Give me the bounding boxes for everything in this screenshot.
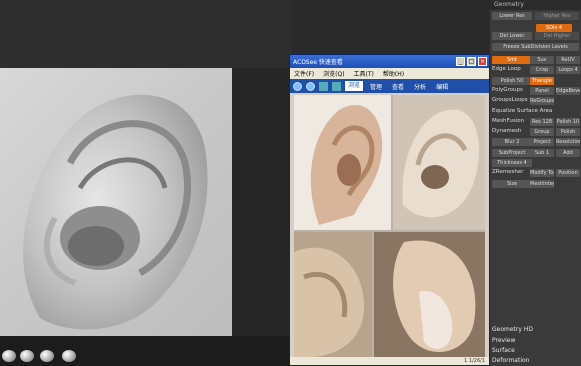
acdsee-window[interactable]: ACDSee 快速查看 _ □ × 文件(F) 浏览(Q) 工具(T) 帮助(H… [289, 54, 490, 366]
geometry-button[interactable]: Freeze SubDivision Levels [492, 43, 579, 51]
panel-button[interactable]: Panel [530, 86, 554, 95]
panel-label[interactable]: ZRemesher [492, 169, 523, 175]
panel-label[interactable]: Edge Loop [492, 66, 521, 72]
minimize-button[interactable]: _ [456, 57, 465, 66]
panel-section-header[interactable]: Geometry HD [492, 326, 579, 333]
panel-button[interactable]: ReGroups [530, 97, 554, 106]
material-sphere-icon[interactable] [20, 350, 34, 362]
image-viewer[interactable] [294, 95, 485, 361]
panel-section-header[interactable]: Surface [492, 347, 579, 354]
geometry-button[interactable]: Lower Res [492, 12, 532, 20]
panel-label[interactable]: PolyGroups [492, 87, 523, 93]
menu-file[interactable]: 文件(F) [294, 69, 314, 78]
panel-button[interactable]: ReUV [556, 56, 580, 64]
panel-button[interactable]: SubProject [492, 148, 532, 157]
panel-button[interactable]: Loops 4 [556, 66, 580, 75]
tab-edit[interactable]: 编辑 [433, 82, 451, 91]
material-sphere-icon[interactable] [62, 350, 76, 362]
tab-analyze[interactable]: 分析 [411, 82, 429, 91]
panel-button[interactable]: Modify Topology [530, 169, 554, 178]
back-icon[interactable] [293, 81, 302, 91]
geometry-button[interactable]: Del Higher [535, 32, 579, 40]
panel-label[interactable]: Dynamesh [492, 128, 521, 134]
panel-button[interactable]: Triangle [530, 76, 554, 85]
panel-button[interactable]: Resolution 128 [556, 138, 580, 147]
acdsee-menubar: 文件(F) 浏览(Q) 工具(T) 帮助(H) [290, 68, 489, 79]
ear-photo-4[interactable] [374, 232, 485, 361]
close-button[interactable]: × [478, 57, 487, 66]
ear-photo-3[interactable] [294, 232, 372, 361]
tab-view[interactable]: 查看 [389, 82, 407, 91]
acdsee-toolbar: 浏览 管理 查看 分析 编辑 [290, 79, 489, 93]
material-sphere-icon[interactable] [2, 350, 16, 362]
panel-button[interactable]: Crisp [530, 66, 554, 75]
panel-button[interactable]: EdgeBevel 1 [556, 86, 580, 95]
panel-section-header[interactable]: Preview [492, 337, 579, 344]
panel-button[interactable]: Project [530, 138, 554, 147]
panel-label[interactable]: Equalize Surface Area [492, 108, 552, 114]
panel-button[interactable]: Polish 50 [492, 76, 532, 85]
panel-button[interactable]: Blur 2 [492, 138, 532, 147]
geometry-button[interactable]: SDiv 4 [536, 24, 572, 32]
panel-button[interactable]: Sub 1 [530, 148, 554, 157]
window-title: ACDSee 快速查看 [293, 59, 343, 66]
panel-label[interactable]: MeshFusion [492, 118, 524, 124]
ear-photo-1[interactable] [294, 95, 391, 230]
ear-sculpt-image [23, 94, 208, 330]
panel-button[interactable]: Res 128 [530, 117, 554, 126]
panel-button[interactable]: Group [530, 128, 554, 137]
menu-help[interactable]: 帮助(H) [383, 69, 404, 78]
panel-button[interactable]: Polish [556, 128, 580, 137]
menu-tools[interactable]: 工具(T) [354, 69, 374, 78]
rotate-right-icon[interactable] [332, 81, 341, 91]
panel-header[interactable]: Geometry [490, 0, 581, 10]
zbrush-canvas[interactable] [0, 68, 232, 336]
panel-button[interactable]: Size [492, 179, 532, 188]
rotate-left-icon[interactable] [319, 81, 328, 91]
panel-button[interactable]: Position [556, 169, 580, 178]
panel-button[interactable]: Suv [530, 56, 554, 64]
geometry-button[interactable]: Higher Res [535, 12, 579, 20]
panel-section-header[interactable]: Deformation [492, 357, 579, 364]
geometry-button[interactable]: Del Lower [492, 32, 532, 40]
tab-browse[interactable]: 浏览 [345, 81, 364, 91]
forward-icon[interactable] [306, 81, 315, 91]
zbrush-top-shelf [0, 0, 292, 68]
tab-manage[interactable]: 管理 [367, 82, 385, 91]
panel-button[interactable]: Add [556, 148, 580, 157]
panel-button[interactable]: Thickness 4 [492, 159, 532, 167]
acdsee-titlebar[interactable]: ACDSee 快速查看 _ □ × [290, 55, 489, 68]
ear-photo-2[interactable] [393, 95, 485, 230]
status-bar: 1 1/26/1 [290, 357, 489, 365]
menu-browse[interactable]: 浏览(Q) [323, 69, 344, 78]
material-sphere-icon[interactable] [40, 350, 54, 362]
panel-button[interactable]: MeshIntegrity [530, 179, 554, 188]
panel-label[interactable]: GroupsLoops [492, 97, 528, 103]
maximize-button[interactable]: □ [467, 57, 476, 66]
panel-button[interactable]: Polish 10 [556, 117, 580, 126]
panel-button[interactable]: Smt [492, 56, 532, 64]
